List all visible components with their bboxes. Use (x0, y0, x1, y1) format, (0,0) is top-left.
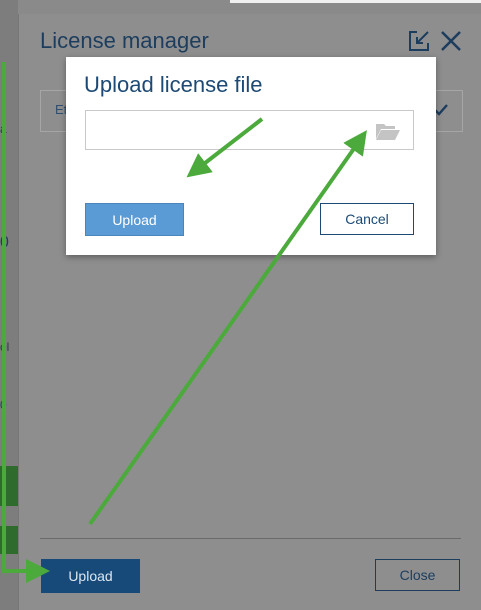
upload-button[interactable]: Upload (41, 559, 140, 593)
backdrop-text-fragment: 0 (0, 398, 7, 412)
upload-dialog-cancel-button[interactable]: Cancel (320, 203, 414, 235)
close-button[interactable]: Close (375, 559, 460, 591)
close-icon[interactable] (438, 28, 464, 54)
checkmark-icon (434, 103, 448, 116)
backdrop-top-strip (230, 0, 481, 3)
backdrop-text-fragment: ol (0, 340, 10, 354)
popout-icon[interactable] (408, 30, 430, 52)
backdrop-green-block (0, 466, 18, 506)
backdrop-green-block (0, 526, 18, 554)
backdrop-text-fragment: 0 (0, 234, 9, 251)
upload-license-dialog: Upload license file Upload Cancel (66, 57, 436, 255)
footer-divider (40, 538, 461, 539)
folder-open-icon[interactable] (375, 121, 401, 141)
license-file-input[interactable] (85, 110, 414, 150)
license-manager-title: License manager (40, 28, 209, 53)
upload-dialog-title: Upload license file (84, 72, 263, 97)
backdrop-text-fragment: a (0, 122, 7, 136)
upload-dialog-upload-button[interactable]: Upload (85, 203, 184, 236)
backdrop-left-page: a 0 ol 0 (0, 0, 18, 610)
